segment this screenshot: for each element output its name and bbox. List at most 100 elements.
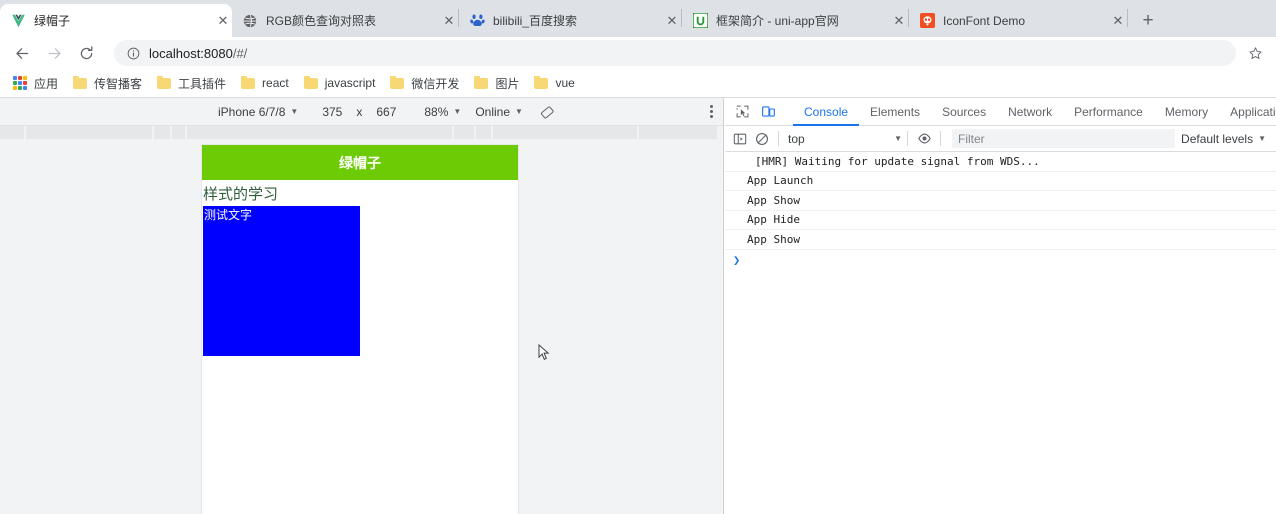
device-emulation-pane: iPhone 6/7/8 ▼ 375 x 667 88% ▼ Online ▼ [0,98,724,514]
ruler-segment [154,126,172,139]
device-select[interactable]: iPhone 6/7/8 ▼ [218,105,298,119]
close-icon[interactable]: ✕ [434,13,455,29]
info-circle-icon[interactable] [126,46,140,60]
bookmark-label: 图片 [495,76,520,91]
throttling-select[interactable]: Online ▼ [475,105,523,119]
toolbar-divider [778,131,779,146]
browser-tab-1[interactable]: RGB颜色查询对照表 ✕ [232,4,458,37]
chevron-down-icon: ▼ [290,107,299,116]
address-bar[interactable]: localhost:8080/#/ [114,40,1236,66]
url-path: /#/ [232,45,248,61]
console-filter-placeholder: Filter [958,131,985,146]
ruler-segment [476,126,493,139]
chevron-down-icon: ▼ [453,107,462,116]
bookmark-label: 微信开发 [411,76,460,91]
zoom-select[interactable]: 88% ▼ [424,105,461,119]
console-log-row[interactable]: [HMR] Waiting for update signal from WDS… [725,152,1276,172]
folder-icon [389,75,405,91]
reload-button[interactable] [72,39,100,67]
close-icon[interactable]: ✕ [208,13,229,29]
ruler-segment [0,126,26,139]
chevron-down-icon: ▼ [1258,134,1266,143]
folder-icon [156,75,172,91]
mobile-viewport[interactable]: 绿帽子 样式的学习 测试文字 [202,145,518,514]
console-log-row[interactable]: App Hide [725,211,1276,230]
tab-performance[interactable]: Performance [1063,98,1154,126]
bookmark-item-6[interactable]: 图片 [469,72,527,95]
toolbar-divider [907,131,908,146]
bookmark-star-icon[interactable] [1242,40,1268,66]
bookmark-item-1[interactable]: 传智播客 [68,72,150,95]
console-sidebar-icon[interactable] [729,128,751,150]
dimension-separator: x [356,104,363,119]
folder-icon [303,75,319,91]
browser-tab-strip: 绿帽子 ✕ RGB颜色查询对照表 ✕ bilibili_百度搜索 ✕ 框架简介 … [0,0,1276,37]
device-height-input[interactable]: 667 [376,105,396,119]
bookmark-label: javascript [324,76,376,90]
ruler-segment [26,126,154,139]
inspect-element-icon[interactable] [729,99,755,125]
folder-icon [533,75,549,91]
close-icon[interactable]: ✕ [1103,13,1124,29]
browser-tab-title: bilibili_百度搜索 [493,14,578,28]
rotate-icon[interactable] [539,104,555,120]
browser-tab-title: RGB颜色查询对照表 [266,14,377,28]
console-log-row[interactable]: App Show [725,230,1276,250]
uniapp-icon [692,13,708,29]
bookmark-item-2[interactable]: 工具插件 [152,72,234,95]
devtools-tab-bar: Console Elements Sources Network Perform… [725,98,1276,126]
throttling-value: Online [475,104,511,119]
bookmark-item-5[interactable]: 微信开发 [385,72,467,95]
kebab-menu-icon[interactable] [710,104,713,119]
new-tab-button[interactable]: + [1134,6,1162,34]
live-expression-eye-icon[interactable] [913,128,935,150]
toolbar-divider [940,131,941,146]
clear-console-icon[interactable] [751,128,773,150]
folder-icon [240,75,256,91]
ruler-segment [172,126,187,139]
browser-tab-3[interactable]: 框架简介 - uni-app官网 ✕ [682,4,908,37]
tab-console[interactable]: Console [793,98,859,126]
browser-toolbar: localhost:8080/#/ [0,37,1276,69]
browser-tab-2[interactable]: bilibili_百度搜索 ✕ [459,4,681,37]
tab-memory[interactable]: Memory [1154,98,1219,126]
device-toolbar-icon[interactable] [755,99,781,125]
forward-button[interactable] [40,39,68,67]
console-levels-value: Default levels [1181,131,1254,146]
vue-icon [10,13,26,29]
tab-elements[interactable]: Elements [859,98,931,126]
tab-network[interactable]: Network [997,98,1063,126]
console-log-row[interactable]: App Launch [725,172,1276,191]
page-heading: 样式的学习 [203,186,279,203]
folder-icon [72,75,88,91]
back-button[interactable] [8,39,36,67]
tab-application[interactable]: Application [1219,98,1276,126]
bookmark-item-apps[interactable]: 应用 [8,72,66,95]
chevron-down-icon: ▼ [515,107,523,116]
console-filter-input[interactable]: Filter [952,129,1176,148]
ruler-segment [454,126,476,139]
console-prompt[interactable]: ❯ [725,250,1276,270]
device-mode-toolbar: iPhone 6/7/8 ▼ 375 x 667 88% ▼ Online ▼ [0,98,723,126]
console-levels-select[interactable]: Default levels ▼ [1181,132,1272,146]
device-width-input[interactable]: 375 [322,105,342,119]
bookmark-label: vue [555,76,575,90]
bookmark-item-4[interactable]: javascript [299,72,384,94]
browser-tab-title: IconFont Demo [943,13,1026,28]
bookmark-item-3[interactable]: react [236,72,297,94]
bookmark-label: 传智播客 [94,76,143,91]
console-log-row[interactable]: App Show [725,191,1276,211]
close-icon[interactable]: ✕ [884,13,905,29]
bookmark-label: 工具插件 [178,76,227,91]
tab-sources[interactable]: Sources [931,98,997,126]
browser-tab-4[interactable]: IconFont Demo ✕ [909,4,1127,37]
tab-divider [1127,8,1128,27]
browser-tab-title: 绿帽子 [34,14,71,28]
close-icon[interactable]: ✕ [657,13,678,29]
console-context-select[interactable]: top ▼ [784,132,902,146]
console-toolbar: top ▼ Filter Default levels ▼ [725,126,1276,152]
browser-tab-0[interactable]: 绿帽子 ✕ [0,4,232,37]
browser-tab-title: 框架简介 - uni-app官网 [716,14,839,28]
bookmark-item-7[interactable]: vue [529,72,582,94]
mouse-pointer-icon [538,343,550,362]
